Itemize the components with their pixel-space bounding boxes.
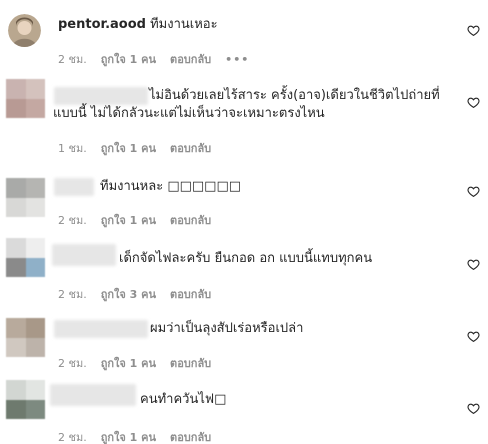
- comment-likes[interactable]: ถูกใจ 1 คน: [101, 357, 156, 370]
- avatar-pixel: [25, 98, 45, 118]
- comment-username-blurred[interactable]: [54, 320, 148, 338]
- avatar-pixel: [6, 337, 26, 357]
- comment-likes[interactable]: ถูกใจ 1 คน: [101, 431, 156, 444]
- comment-username-blurred[interactable]: [52, 244, 116, 266]
- comment-meta: 2 ชม. ถูกใจ 1 คน ตอบกลับ •••: [58, 50, 263, 68]
- comment-likes[interactable]: ถูกใจ 1 คน: [101, 142, 156, 155]
- avatar-pixel: [6, 98, 26, 118]
- comment-item: pentor.aood ทีมงานเหอะ 2 ชม. ถูกใจ 1 คน ตอ…: [0, 0, 488, 70]
- comment-meta: 2 ชม. ถูกใจ 1 คน ตอบกลับ: [58, 428, 225, 444]
- avatar-pixel: [25, 178, 45, 198]
- avatar-pixel: [6, 178, 26, 198]
- avatar-pixel: [6, 399, 26, 419]
- avatar-pixel: [25, 380, 45, 400]
- comments-panel: pentor.aood ทีมงานเหอะ 2 ชม. ถูกใจ 1 คน ตอ…: [0, 0, 488, 444]
- reply-button[interactable]: ตอบกลับ: [170, 53, 211, 66]
- comment-text: เด็กจัดไฟละครับ ยืนกอด อก แบบนี้แทบทุกคน: [119, 251, 373, 266]
- comment-time[interactable]: 2 ชม.: [58, 431, 87, 444]
- heart-outline-icon[interactable]: [467, 24, 480, 37]
- avatar[interactable]: [8, 14, 41, 47]
- comment-time[interactable]: 1 ชม.: [58, 142, 87, 155]
- avatar-pixel: [6, 318, 26, 338]
- avatar-pixel: [25, 79, 45, 99]
- heart-outline-icon[interactable]: [467, 96, 480, 109]
- avatar-pixel: [25, 197, 45, 217]
- reply-button[interactable]: ตอบกลับ: [170, 142, 211, 155]
- comment-item: เด็กจัดไฟละครับ ยืนกอด อก แบบนี้แทบทุกคน…: [0, 230, 488, 301]
- avatar-image: [8, 14, 41, 47]
- comment-text: ผมว่าเป็นลุงสัปเร่อหรือเปล่า: [150, 321, 304, 336]
- comment-text: ทีมงานเหอะ: [150, 17, 218, 32]
- comment-item: ทีมงานหละ □□□□□□ 2 ชม. ถูกใจ 1 คน ตอบกลับ: [0, 160, 488, 230]
- comment-text: ทีมงานหละ: [100, 179, 168, 194]
- comment-meta: 1 ชม. ถูกใจ 1 คน ตอบกลับ: [58, 139, 225, 157]
- avatar-pixel: [25, 257, 45, 277]
- avatar-pixel: [25, 238, 45, 258]
- avatar[interactable]: [6, 238, 45, 277]
- comment-text: ไม่อินด้วยเลยไร้สาระ ครั้ง(อาจ)เดียวในชี…: [149, 88, 440, 103]
- avatar-pixel: [6, 257, 26, 277]
- reply-button[interactable]: ตอบกลับ: [170, 431, 211, 444]
- avatar-pixel: [25, 399, 45, 419]
- heart-outline-icon[interactable]: [467, 402, 480, 415]
- avatar[interactable]: [6, 380, 45, 419]
- comment-time[interactable]: 2 ชม.: [58, 214, 87, 227]
- comment-username[interactable]: pentor.aood: [58, 17, 146, 32]
- comment-text: แบบนี้ ไม่ได้กลัวนะแต่ไม่เห็นว่าจะเหมาะต…: [53, 106, 325, 121]
- comment-meta: 2 ชม. ถูกใจ 1 คน ตอบกลับ: [58, 211, 225, 229]
- avatar-pixel: [6, 197, 26, 217]
- reply-button[interactable]: ตอบกลับ: [170, 357, 211, 370]
- avatar-pixel: [6, 79, 26, 99]
- emoji-boxes: □□□□□□: [167, 179, 242, 194]
- comment-likes[interactable]: ถูกใจ 1 คน: [101, 53, 156, 66]
- avatar[interactable]: [6, 79, 45, 118]
- avatar-pixel: [6, 238, 26, 258]
- reply-button[interactable]: ตอบกลับ: [170, 214, 211, 227]
- avatar-pixel: [6, 380, 26, 400]
- avatar-pixel: [25, 318, 45, 338]
- more-options-icon[interactable]: •••: [225, 53, 249, 66]
- avatar-pixel: [25, 337, 45, 357]
- heart-outline-icon[interactable]: [467, 330, 480, 343]
- comment-time[interactable]: 2 ชม.: [58, 53, 87, 66]
- comment-username-blurred[interactable]: [54, 178, 94, 196]
- emoji-boxes: □: [214, 392, 227, 407]
- comment-meta: 2 ชม. ถูกใจ 1 คน ตอบกลับ: [58, 354, 225, 372]
- avatar[interactable]: [6, 178, 45, 217]
- avatar[interactable]: [6, 318, 45, 357]
- comment-item: ไม่อินด้วยเลยไร้สาระ ครั้ง(อาจ)เดียวในชี…: [0, 70, 488, 160]
- comment-username-blurred[interactable]: [50, 384, 136, 406]
- comment-text: คนทำควันไฟ: [140, 392, 215, 407]
- heart-outline-icon[interactable]: [467, 185, 480, 198]
- comment-likes[interactable]: ถูกใจ 1 คน: [101, 214, 156, 227]
- comment-time[interactable]: 2 ชม.: [58, 357, 87, 370]
- comment-item: ผมว่าเป็นลุงสัปเร่อหรือเปล่า 2 ชม. ถูกใจ …: [0, 300, 488, 372]
- comment-item: คนทำควันไฟ□ 2 ชม. ถูกใจ 1 คน ตอบกลับ: [0, 372, 488, 444]
- comment-username-blurred[interactable]: [54, 87, 148, 105]
- heart-outline-icon[interactable]: [467, 258, 480, 271]
